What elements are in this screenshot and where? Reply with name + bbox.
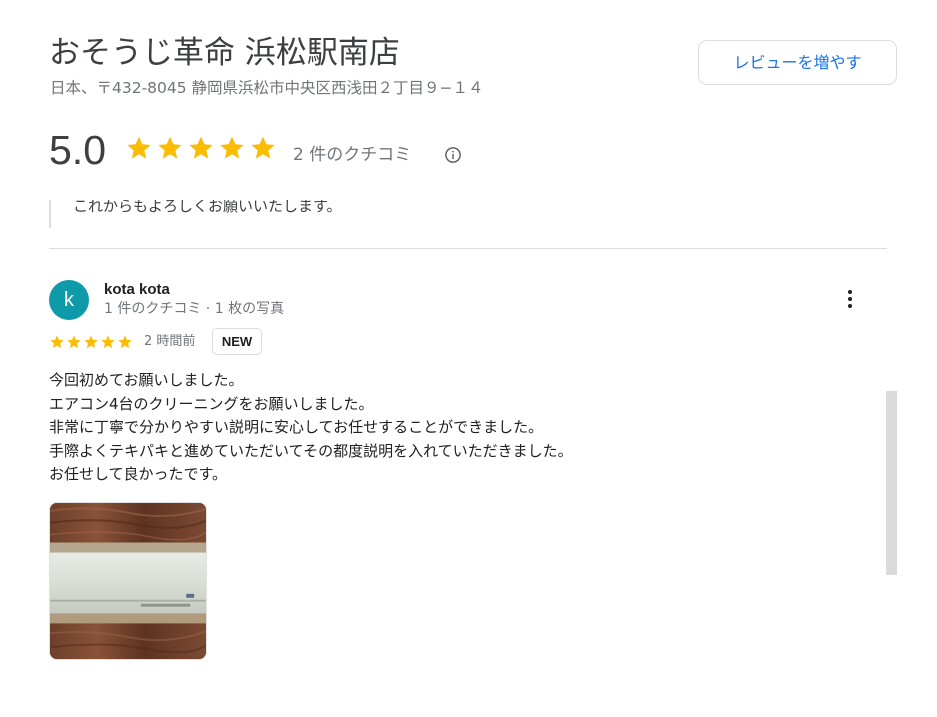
- review-line: お任せして良かったです。: [49, 465, 228, 484]
- review-text: 今回初めてお願いしました。 エアコン4台のクリーニングをお願いしました。 非常に…: [49, 369, 869, 487]
- rating-summary: 5.0 2 件のクチコミ: [49, 125, 549, 175]
- add-review-button[interactable]: レビューを増やす: [698, 40, 897, 85]
- dot: [848, 297, 852, 301]
- review-photo[interactable]: [49, 502, 207, 660]
- review-stars: [49, 334, 133, 350]
- review-line: エアコン4台のクリーニングをお願いしました。: [49, 394, 374, 413]
- star-icon: [251, 136, 275, 159]
- reviews-panel: おそうじ革命 浜松駅南店 日本、〒432-8045 静岡県浜松市中央区西浅田２丁…: [0, 0, 937, 717]
- review-divider: [49, 248, 887, 249]
- review-line: 手際よくテキパキと進めていただいてその都度説明を入れていただきました。: [49, 441, 573, 460]
- reviewer-name[interactable]: kota kota: [104, 280, 170, 300]
- dot: [848, 290, 852, 294]
- review-line: 今回初めてお願いしました。: [49, 371, 244, 389]
- star-icon: [118, 335, 132, 349]
- info-icon[interactable]: [444, 146, 462, 164]
- new-badge: NEW: [212, 328, 262, 355]
- review-count[interactable]: 2 件のクチコミ: [293, 144, 411, 166]
- previous-review-reply: これからもよろしくお願いいたします。: [49, 200, 649, 228]
- review-line: 非常に丁寧で分かりやすい説明に安心してお任せすることができました。: [49, 418, 544, 437]
- star-icon: [101, 335, 115, 349]
- star-icon: [158, 136, 182, 159]
- star-icon: [50, 335, 64, 349]
- star-icon: [67, 335, 81, 349]
- air-conditioner-photo: [50, 503, 206, 659]
- avatar[interactable]: k: [49, 280, 89, 320]
- dot: [848, 304, 852, 308]
- rating-stars: [125, 134, 277, 162]
- star-icon: [189, 136, 213, 159]
- place-address: 日本、〒432-8045 静岡県浜松市中央区西浅田２丁目９−１４: [50, 79, 484, 97]
- star-icon: [84, 335, 98, 349]
- star-icon: [220, 136, 244, 159]
- review-time: 2 時間前: [144, 334, 196, 349]
- reviewer-meta: 1 件のクチコミ · 1 枚の写真: [104, 301, 285, 317]
- rating-value: 5.0: [49, 127, 106, 173]
- place-title: おそうじ革命 浜松駅南店: [49, 35, 400, 71]
- previous-review-text: これからもよろしくお願いいたします。: [73, 200, 342, 215]
- more-vert-icon[interactable]: [838, 285, 862, 313]
- star-icon: [127, 136, 151, 159]
- scrollbar[interactable]: [886, 391, 897, 575]
